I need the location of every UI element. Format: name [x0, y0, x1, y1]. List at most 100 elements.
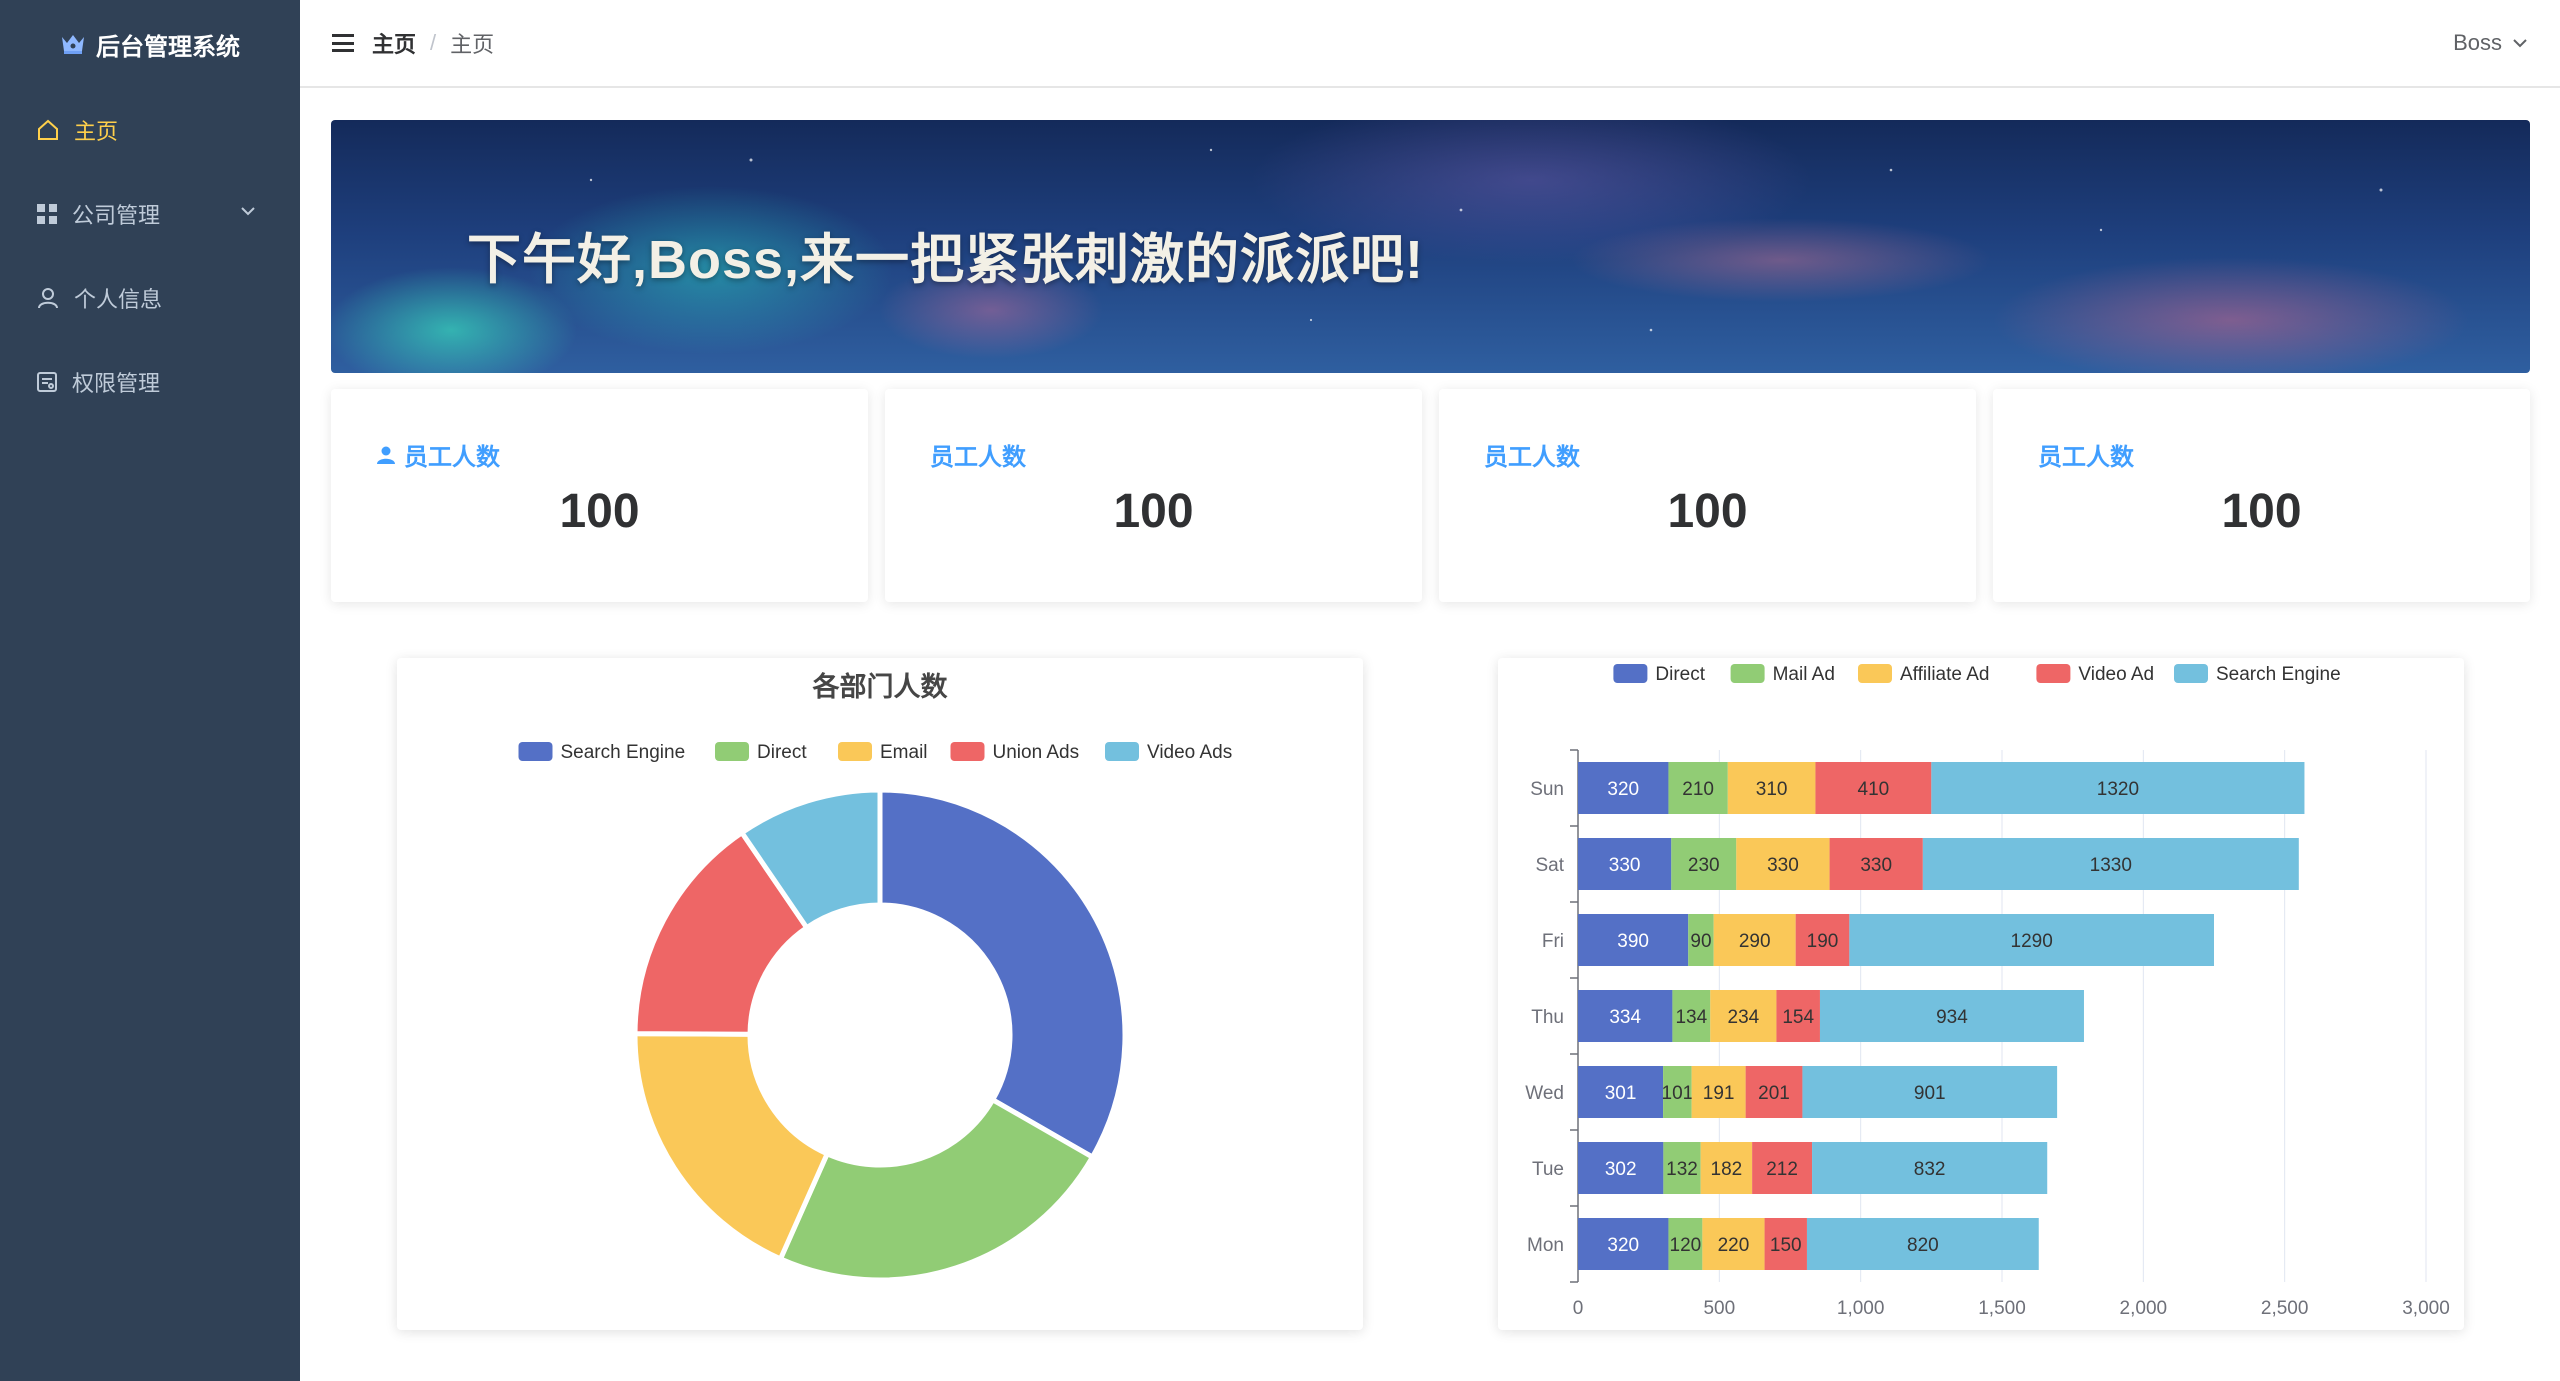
sidebar-item-profile[interactable]: 个人信息: [0, 256, 300, 340]
user-dropdown[interactable]: Boss: [2453, 30, 2528, 56]
stat-value: 100: [1667, 485, 1748, 538]
stat-card: 员工人数 100: [331, 389, 868, 602]
stat-label: 员工人数: [930, 437, 1026, 472]
breadcrumb-item-current: 主页: [450, 32, 495, 57]
legend-swatch[interactable]: [950, 742, 985, 761]
legend-label[interactable]: Video Ads: [1147, 742, 1232, 763]
legend-label[interactable]: Email: [880, 742, 928, 763]
legend-label[interactable]: Mail Ad: [1773, 664, 1835, 685]
stat-card: 员工人数 100: [885, 389, 1422, 602]
bar-data-label: 410: [1858, 779, 1890, 800]
chevron-down-icon: [241, 207, 255, 216]
bar-chart-svg: Direct Mail Ad Affiliate Ad Video Ad Search …: [1525, 664, 2450, 1319]
user-icon: [377, 446, 395, 464]
greeting-text: 下午好,Boss,来一把紧张刺激的派派吧!: [467, 230, 1425, 290]
legend-swatch[interactable]: [518, 742, 553, 761]
stat-label: 员工人数: [1484, 437, 1580, 472]
department-pie-chart: 各部门人数 Search Engine Direct Email Union Ads Vi…: [397, 658, 1363, 1330]
legend-label[interactable]: Direct: [1655, 664, 1705, 685]
stat-label: 员工人数: [2038, 437, 2134, 472]
app-title: 后台管理系统: [96, 33, 240, 61]
stat-label-text: 员工人数: [1484, 444, 1580, 471]
bar-data-label: 320: [1607, 779, 1639, 800]
x-tick-label: 2,500: [2261, 1298, 2309, 1319]
legend-label[interactable]: Search Engine: [561, 742, 686, 763]
y-category-label: Wed: [1525, 1083, 1564, 1104]
grid-icon: [37, 204, 57, 224]
bar-data-label: 134: [1675, 1007, 1707, 1028]
bar-data-label: 90: [1690, 931, 1711, 952]
bar-data-label: 234: [1728, 1007, 1760, 1028]
breadcrumb-separator: /: [430, 30, 437, 55]
bar-data-label: 290: [1739, 931, 1771, 952]
home-icon: [38, 119, 58, 140]
bar-data-label: 150: [1770, 1235, 1802, 1256]
stat-label-text: 员工人数: [930, 444, 1026, 471]
y-category-label: Sat: [1535, 855, 1564, 876]
bar-data-label: 330: [1609, 855, 1641, 876]
user-icon: [38, 288, 58, 309]
bar-data-label: 901: [1914, 1083, 1946, 1104]
y-category-label: Fri: [1542, 931, 1564, 952]
x-tick-label: 2,000: [2120, 1298, 2168, 1319]
bar-data-label: 330: [1860, 855, 1892, 876]
stat-label-text: 员工人数: [2038, 444, 2134, 471]
weekly-bar-chart: Direct Mail Ad Affiliate Ad Video Ad Search …: [1498, 658, 2464, 1330]
stat-value: 100: [559, 485, 640, 538]
legend-label[interactable]: Direct: [757, 742, 807, 763]
breadcrumb-item-root[interactable]: 主页: [372, 27, 416, 59]
bar-data-label: 310: [1756, 779, 1788, 800]
bar-data-label: 182: [1711, 1159, 1743, 1180]
bar-data-label: 301: [1605, 1083, 1637, 1104]
sidebar-item-label: 权限管理: [72, 371, 161, 396]
crown-icon: [62, 35, 84, 54]
stat-card: 员工人数 100: [1993, 389, 2530, 602]
legend-swatch[interactable]: [1613, 664, 1648, 683]
sidebar-item-label: 公司管理: [72, 203, 161, 228]
legend-swatch[interactable]: [2174, 664, 2208, 683]
legend-swatch[interactable]: [715, 742, 749, 761]
welcome-banner: 下午好,Boss,来一把紧张刺激的派派吧!: [331, 120, 2530, 373]
pie-chart-svg: 各部门人数 Search Engine Direct Email Union Ads Vi…: [518, 671, 1232, 1283]
legend-label[interactable]: Search Engine: [2216, 664, 2341, 685]
sidebar-item-home[interactable]: 主页: [0, 88, 300, 172]
stat-value: 100: [1113, 485, 1194, 538]
legend-swatch[interactable]: [1858, 664, 1892, 683]
app-logo[interactable]: 后台管理系统: [0, 0, 300, 88]
bar-data-label: 220: [1718, 1235, 1750, 1256]
legend-swatch[interactable]: [2036, 664, 2071, 683]
bar-data-label: 390: [1617, 931, 1649, 952]
stat-label: 员工人数: [376, 437, 500, 472]
sidebar-item-label: 主页: [74, 119, 119, 144]
bar-data-label: 154: [1782, 1007, 1814, 1028]
legend-swatch[interactable]: [1105, 742, 1139, 761]
legend-label[interactable]: Affiliate Ad: [1900, 664, 1989, 685]
x-tick-label: 3,000: [2402, 1298, 2450, 1319]
bar-data-label: 1290: [2011, 931, 2053, 952]
sidebar-item-permissions[interactable]: 权限管理: [0, 340, 300, 424]
chart-title: 各部门人数: [812, 671, 949, 702]
legend-swatch[interactable]: [1730, 664, 1765, 683]
bar-data-label: 934: [1936, 1007, 1968, 1028]
chevron-down-icon: [2513, 39, 2527, 48]
sidebar-item-company[interactable]: 公司管理: [0, 172, 300, 256]
y-category-label: Tue: [1532, 1159, 1564, 1180]
bar-data-label: 201: [1758, 1083, 1790, 1104]
bar-data-label: 190: [1807, 931, 1839, 952]
legend-label[interactable]: Video Ad: [2078, 664, 2154, 685]
bar-data-label: 191: [1703, 1083, 1735, 1104]
bar-data-label: 1320: [2097, 779, 2139, 800]
x-tick-label: 1,000: [1837, 1298, 1885, 1319]
bar-data-label: 210: [1682, 779, 1714, 800]
pie-slice[interactable]: [877, 787, 1128, 1160]
sidebar-item-label: 个人信息: [74, 287, 163, 312]
bar-data-label: 212: [1766, 1159, 1798, 1180]
permission-icon: [37, 372, 57, 392]
bar-data-label: 334: [1609, 1007, 1641, 1028]
menu-toggle-icon[interactable]: [332, 34, 354, 52]
legend-swatch[interactable]: [838, 742, 872, 761]
sidebar: 后台管理系统 主页 公司管理 个人信息 权限管理: [0, 0, 300, 1381]
legend-label[interactable]: Union Ads: [993, 742, 1080, 763]
bar-data-label: 132: [1666, 1159, 1698, 1180]
user-name: Boss: [2453, 30, 2502, 55]
